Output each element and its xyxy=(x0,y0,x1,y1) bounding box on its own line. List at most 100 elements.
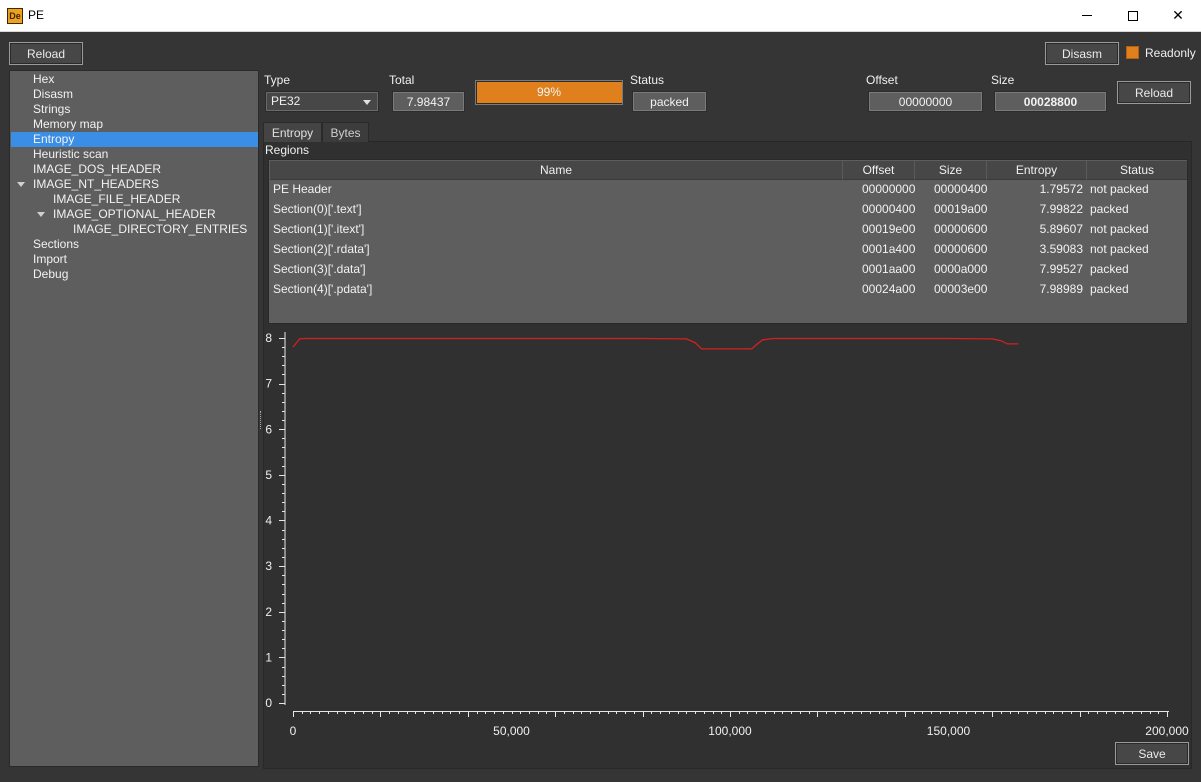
cell-status: not packed xyxy=(1090,242,1149,256)
window-title: PE xyxy=(28,8,45,22)
size-label: Size xyxy=(991,73,1015,87)
table-row[interactable]: Section(4)['.pdata'] 00024a00 00003e00 7… xyxy=(270,279,1187,299)
column-header-status[interactable]: Status xyxy=(1087,161,1187,180)
column-header-entropy[interactable]: Entropy xyxy=(987,161,1087,180)
app-icon: De xyxy=(7,8,23,24)
tree-item-strings[interactable]: Strings xyxy=(33,102,70,117)
status-value: packed xyxy=(632,91,707,112)
cell-status: packed xyxy=(1090,262,1129,276)
maximize-button[interactable] xyxy=(1110,0,1156,31)
cell-offset: 00000400 xyxy=(862,202,916,216)
x-tick-label: 200,000 xyxy=(1145,724,1189,738)
tab-bytes[interactable]: Bytes xyxy=(322,122,369,142)
tree-item-disasm[interactable]: Disasm xyxy=(33,87,73,102)
entropy-progress-bar: 99% xyxy=(475,80,623,105)
x-tick-label: 50,000 xyxy=(493,724,530,738)
tree-item-entropy[interactable]: Entropy xyxy=(11,132,258,147)
cell-name: Section(0)['.text'] xyxy=(273,202,362,216)
navigation-tree: Hex Disasm Strings Memory map Entropy He… xyxy=(9,70,259,767)
column-header-name[interactable]: Name xyxy=(270,161,843,180)
table-row[interactable]: PE Header 00000000 00000400 1.79572 not … xyxy=(270,179,1187,199)
cell-name: Section(3)['.data'] xyxy=(273,262,366,276)
cell-size: 00019a00 xyxy=(934,202,988,216)
reload-button[interactable]: Reload xyxy=(9,42,83,65)
cell-name: Section(1)['.itext'] xyxy=(273,222,365,236)
tree-item-memory-map[interactable]: Memory map xyxy=(33,117,103,132)
readonly-label: Readonly xyxy=(1145,46,1196,60)
readonly-checkbox[interactable] xyxy=(1126,46,1139,59)
cell-name: Section(2)['.rdata'] xyxy=(273,242,370,256)
offset-label: Offset xyxy=(866,73,898,87)
cell-offset: 0001aa00 xyxy=(862,262,916,276)
disasm-button[interactable]: Disasm xyxy=(1045,42,1119,65)
regions-label: Regions xyxy=(265,143,310,157)
type-label: Type xyxy=(264,73,291,87)
column-header-size[interactable]: Size xyxy=(915,161,987,180)
total-label: Total xyxy=(389,73,415,87)
type-select[interactable]: PE32 xyxy=(265,91,379,112)
cell-entropy: 5.89607 xyxy=(1039,222,1083,236)
y-tick-label: 7 xyxy=(265,377,272,391)
entropy-series-line xyxy=(292,337,1019,350)
table-row[interactable]: Section(2)['.rdata'] 0001a400 00000600 3… xyxy=(270,239,1187,259)
title-bar: De PE ✕ xyxy=(0,0,1201,32)
expand-arrow-icon[interactable] xyxy=(17,182,25,187)
x-tick-label: 0 xyxy=(290,724,297,738)
y-tick-label: 4 xyxy=(265,514,272,528)
chevron-down-icon xyxy=(363,100,371,105)
cell-entropy: 7.99822 xyxy=(1039,202,1083,216)
tree-item-hex[interactable]: Hex xyxy=(33,72,54,87)
close-icon: ✕ xyxy=(1172,7,1184,23)
cell-name: Section(4)['.pdata'] xyxy=(273,282,373,296)
column-header-offset[interactable]: Offset xyxy=(843,161,915,180)
cell-offset: 00024a00 xyxy=(862,282,916,296)
cell-size: 00003e00 xyxy=(934,282,988,296)
tab-entropy[interactable]: Entropy xyxy=(263,122,322,142)
tree-item-image-directory-entries[interactable]: IMAGE_DIRECTORY_ENTRIES xyxy=(73,222,247,237)
y-tick-label: 1 xyxy=(265,650,272,664)
progress-text: 99% xyxy=(536,85,562,99)
cell-name: PE Header xyxy=(273,182,332,196)
reload-entropy-button[interactable]: Reload xyxy=(1117,81,1191,104)
cell-size: 00000600 xyxy=(934,222,988,236)
maximize-icon xyxy=(1128,10,1138,21)
y-tick-label: 6 xyxy=(265,422,272,436)
tree-item-image-file-header[interactable]: IMAGE_FILE_HEADER xyxy=(53,192,180,207)
table-row[interactable]: Section(3)['.data'] 0001aa00 0000a000 7.… xyxy=(270,259,1187,279)
offset-field[interactable]: 00000000 xyxy=(868,91,983,112)
table-row[interactable]: Section(1)['.itext'] 00019e00 00000600 5… xyxy=(270,219,1187,239)
cell-offset: 0001a400 xyxy=(862,242,916,256)
y-tick-label: 5 xyxy=(265,468,272,482)
x-tick-label: 150,000 xyxy=(927,724,971,738)
cell-size: 00000400 xyxy=(934,182,988,196)
minimize-button[interactable] xyxy=(1064,0,1110,31)
tree-item-sections[interactable]: Sections xyxy=(33,237,79,252)
tree-item-image-dos-header[interactable]: IMAGE_DOS_HEADER xyxy=(33,162,161,177)
tree-item-image-optional-header[interactable]: IMAGE_OPTIONAL_HEADER xyxy=(53,207,216,222)
y-tick-label: 8 xyxy=(265,331,272,345)
tree-item-debug[interactable]: Debug xyxy=(33,267,68,282)
expand-arrow-icon[interactable] xyxy=(37,212,45,217)
cell-offset: 00000000 xyxy=(862,182,916,196)
table-row[interactable]: Section(0)['.text'] 00000400 00019a00 7.… xyxy=(270,199,1187,219)
close-button[interactable]: ✕ xyxy=(1155,0,1201,31)
x-tick-label: 100,000 xyxy=(708,724,752,738)
cell-entropy: 1.79572 xyxy=(1039,182,1083,196)
cell-status: packed xyxy=(1090,202,1129,216)
total-value: 7.98437 xyxy=(392,91,465,112)
y-tick-label: 3 xyxy=(265,559,272,573)
cell-entropy: 7.99527 xyxy=(1039,262,1083,276)
y-tick-label: 0 xyxy=(265,696,272,710)
cell-status: packed xyxy=(1090,282,1129,296)
cell-status: not packed xyxy=(1090,182,1149,196)
size-field[interactable]: 00028800 xyxy=(994,91,1107,112)
minimize-icon xyxy=(1082,15,1092,16)
tree-item-image-nt-headers[interactable]: IMAGE_NT_HEADERS xyxy=(33,177,159,192)
regions-table: Name Offset Size Entropy Status PE Heade… xyxy=(268,159,1188,324)
tree-item-import[interactable]: Import xyxy=(33,252,67,267)
save-button[interactable]: Save xyxy=(1115,742,1189,765)
type-select-value: PE32 xyxy=(271,94,301,108)
entropy-chart: 0 1 2 3 4 5 6 7 8 0 50,000 100,000 150,000 200,000 xyxy=(265,331,1189,738)
tree-item-heuristic-scan[interactable]: Heuristic scan xyxy=(33,147,108,162)
cell-entropy: 7.98989 xyxy=(1039,282,1083,296)
